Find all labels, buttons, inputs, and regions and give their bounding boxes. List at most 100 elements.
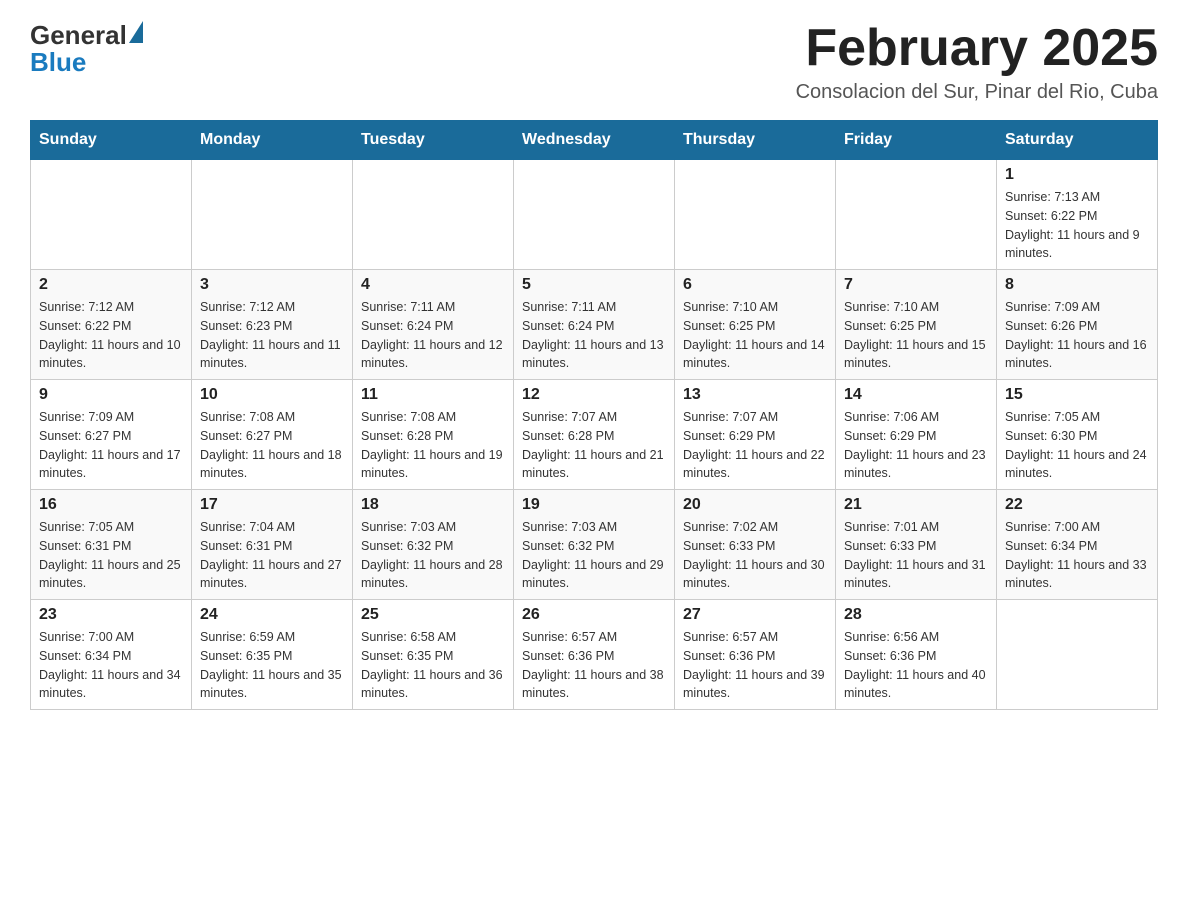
day-info: Sunrise: 7:07 AMSunset: 6:28 PMDaylight:… bbox=[522, 408, 666, 483]
day-number: 17 bbox=[200, 496, 344, 514]
calendar-cell: 9 Sunrise: 7:09 AMSunset: 6:27 PMDaylight… bbox=[31, 380, 192, 490]
day-info: Sunrise: 7:05 AMSunset: 6:30 PMDaylight:… bbox=[1005, 408, 1149, 483]
logo: General Blue bbox=[30, 20, 143, 78]
day-number: 3 bbox=[200, 276, 344, 294]
calendar-week-row: 2 Sunrise: 7:12 AMSunset: 6:22 PMDaylight… bbox=[31, 270, 1158, 380]
day-number: 1 bbox=[1005, 166, 1149, 184]
calendar-cell bbox=[353, 160, 514, 270]
calendar-cell: 25Sunrise: 6:58 AMSunset: 6:35 PMDayligh… bbox=[353, 600, 514, 710]
day-info: Sunrise: 7:06 AMSunset: 6:29 PMDaylight:… bbox=[844, 408, 988, 483]
day-info: Sunrise: 7:10 AMSunset: 6:25 PMDaylight:… bbox=[844, 298, 988, 373]
calendar-cell: 28Sunrise: 6:56 AMSunset: 6:36 PMDayligh… bbox=[836, 600, 997, 710]
day-info: Sunrise: 7:04 AMSunset: 6:31 PMDaylight:… bbox=[200, 518, 344, 593]
day-number: 19 bbox=[522, 496, 666, 514]
calendar-cell bbox=[836, 160, 997, 270]
calendar-table: SundayMondayTuesdayWednesdayThursdayFrid… bbox=[30, 120, 1158, 710]
weekday-header-thursday: Thursday bbox=[675, 121, 836, 160]
day-info: Sunrise: 7:08 AMSunset: 6:28 PMDaylight:… bbox=[361, 408, 505, 483]
calendar-cell: 19 Sunrise: 7:03 AMSunset: 6:32 PMDayligh… bbox=[514, 490, 675, 600]
day-info: Sunrise: 6:57 AMSunset: 6:36 PMDaylight:… bbox=[522, 628, 666, 703]
day-number: 18 bbox=[361, 496, 505, 514]
calendar-cell: 6 Sunrise: 7:10 AMSunset: 6:25 PMDaylight… bbox=[675, 270, 836, 380]
calendar-cell: 18 Sunrise: 7:03 AMSunset: 6:32 PMDayligh… bbox=[353, 490, 514, 600]
calendar-cell: 13 Sunrise: 7:07 AMSunset: 6:29 PMDayligh… bbox=[675, 380, 836, 490]
day-info: Sunrise: 7:00 AMSunset: 6:34 PMDaylight:… bbox=[39, 628, 183, 703]
day-info: Sunrise: 7:09 AMSunset: 6:26 PMDaylight:… bbox=[1005, 298, 1149, 373]
calendar-cell bbox=[192, 160, 353, 270]
calendar-cell: 12 Sunrise: 7:07 AMSunset: 6:28 PMDayligh… bbox=[514, 380, 675, 490]
day-number: 13 bbox=[683, 386, 827, 404]
calendar-week-row: 9 Sunrise: 7:09 AMSunset: 6:27 PMDaylight… bbox=[31, 380, 1158, 490]
day-info: Sunrise: 6:57 AMSunset: 6:36 PMDaylight:… bbox=[683, 628, 827, 703]
calendar-cell: 11Sunrise: 7:08 AMSunset: 6:28 PMDayligh… bbox=[353, 380, 514, 490]
calendar-week-row: 23 Sunrise: 7:00 AMSunset: 6:34 PMDayligh… bbox=[31, 600, 1158, 710]
calendar-cell: 27 Sunrise: 6:57 AMSunset: 6:36 PMDayligh… bbox=[675, 600, 836, 710]
day-number: 21 bbox=[844, 496, 988, 514]
day-info: Sunrise: 6:56 AMSunset: 6:36 PMDaylight:… bbox=[844, 628, 988, 703]
day-info: Sunrise: 7:13 AMSunset: 6:22 PMDaylight:… bbox=[1005, 188, 1149, 263]
day-number: 8 bbox=[1005, 276, 1149, 294]
weekday-header-friday: Friday bbox=[836, 121, 997, 160]
calendar-cell: 24Sunrise: 6:59 AMSunset: 6:35 PMDayligh… bbox=[192, 600, 353, 710]
day-number: 23 bbox=[39, 606, 183, 624]
weekday-header-monday: Monday bbox=[192, 121, 353, 160]
calendar-cell: 8 Sunrise: 7:09 AMSunset: 6:26 PMDaylight… bbox=[997, 270, 1158, 380]
day-info: Sunrise: 7:03 AMSunset: 6:32 PMDaylight:… bbox=[361, 518, 505, 593]
calendar-cell: 1 Sunrise: 7:13 AMSunset: 6:22 PMDaylight… bbox=[997, 160, 1158, 270]
calendar-cell: 23 Sunrise: 7:00 AMSunset: 6:34 PMDayligh… bbox=[31, 600, 192, 710]
calendar-header: SundayMondayTuesdayWednesdayThursdayFrid… bbox=[31, 121, 1158, 160]
calendar-cell: 3 Sunrise: 7:12 AMSunset: 6:23 PMDaylight… bbox=[192, 270, 353, 380]
calendar-cell bbox=[31, 160, 192, 270]
day-number: 26 bbox=[522, 606, 666, 624]
day-info: Sunrise: 7:00 AMSunset: 6:34 PMDaylight:… bbox=[1005, 518, 1149, 593]
day-info: Sunrise: 7:03 AMSunset: 6:32 PMDaylight:… bbox=[522, 518, 666, 593]
day-number: 7 bbox=[844, 276, 988, 294]
calendar-cell: 7 Sunrise: 7:10 AMSunset: 6:25 PMDaylight… bbox=[836, 270, 997, 380]
day-info: Sunrise: 7:08 AMSunset: 6:27 PMDaylight:… bbox=[200, 408, 344, 483]
day-number: 14 bbox=[844, 386, 988, 404]
day-number: 27 bbox=[683, 606, 827, 624]
day-info: Sunrise: 7:12 AMSunset: 6:23 PMDaylight:… bbox=[200, 298, 344, 373]
day-number: 4 bbox=[361, 276, 505, 294]
day-number: 2 bbox=[39, 276, 183, 294]
day-info: Sunrise: 7:05 AMSunset: 6:31 PMDaylight:… bbox=[39, 518, 183, 593]
day-number: 24 bbox=[200, 606, 344, 624]
title-area: February 2025 Consolacion del Sur, Pinar… bbox=[796, 20, 1158, 104]
day-info: Sunrise: 7:01 AMSunset: 6:33 PMDaylight:… bbox=[844, 518, 988, 593]
day-info: Sunrise: 7:07 AMSunset: 6:29 PMDaylight:… bbox=[683, 408, 827, 483]
weekday-header-saturday: Saturday bbox=[997, 121, 1158, 160]
day-number: 12 bbox=[522, 386, 666, 404]
day-number: 10 bbox=[200, 386, 344, 404]
day-info: Sunrise: 7:12 AMSunset: 6:22 PMDaylight:… bbox=[39, 298, 183, 373]
weekday-header-wednesday: Wednesday bbox=[514, 121, 675, 160]
calendar-cell bbox=[997, 600, 1158, 710]
calendar-cell: 10 Sunrise: 7:08 AMSunset: 6:27 PMDayligh… bbox=[192, 380, 353, 490]
calendar-cell: 21 Sunrise: 7:01 AMSunset: 6:33 PMDayligh… bbox=[836, 490, 997, 600]
calendar-cell: 2 Sunrise: 7:12 AMSunset: 6:22 PMDaylight… bbox=[31, 270, 192, 380]
day-info: Sunrise: 7:10 AMSunset: 6:25 PMDaylight:… bbox=[683, 298, 827, 373]
day-info: Sunrise: 7:09 AMSunset: 6:27 PMDaylight:… bbox=[39, 408, 183, 483]
day-number: 6 bbox=[683, 276, 827, 294]
logo-blue-text: Blue bbox=[30, 47, 86, 78]
calendar-week-row: 1 Sunrise: 7:13 AMSunset: 6:22 PMDaylight… bbox=[31, 160, 1158, 270]
calendar-cell: 26 Sunrise: 6:57 AMSunset: 6:36 PMDayligh… bbox=[514, 600, 675, 710]
day-info: Sunrise: 7:11 AMSunset: 6:24 PMDaylight:… bbox=[522, 298, 666, 373]
month-title: February 2025 bbox=[796, 20, 1158, 77]
calendar-week-row: 16Sunrise: 7:05 AMSunset: 6:31 PMDayligh… bbox=[31, 490, 1158, 600]
calendar-cell: 5Sunrise: 7:11 AMSunset: 6:24 PMDaylight… bbox=[514, 270, 675, 380]
day-info: Sunrise: 7:02 AMSunset: 6:33 PMDaylight:… bbox=[683, 518, 827, 593]
weekday-header-row: SundayMondayTuesdayWednesdayThursdayFrid… bbox=[31, 121, 1158, 160]
calendar-cell bbox=[675, 160, 836, 270]
weekday-header-sunday: Sunday bbox=[31, 121, 192, 160]
day-number: 25 bbox=[361, 606, 505, 624]
calendar-cell bbox=[514, 160, 675, 270]
logo-triangle-icon bbox=[129, 21, 143, 43]
day-number: 15 bbox=[1005, 386, 1149, 404]
day-info: Sunrise: 7:11 AMSunset: 6:24 PMDaylight:… bbox=[361, 298, 505, 373]
day-number: 9 bbox=[39, 386, 183, 404]
calendar-cell: 4 Sunrise: 7:11 AMSunset: 6:24 PMDaylight… bbox=[353, 270, 514, 380]
weekday-header-tuesday: Tuesday bbox=[353, 121, 514, 160]
header: General Blue February 2025 Consolacion d… bbox=[30, 20, 1158, 104]
calendar-body: 1 Sunrise: 7:13 AMSunset: 6:22 PMDaylight… bbox=[31, 160, 1158, 710]
calendar-cell: 22Sunrise: 7:00 AMSunset: 6:34 PMDayligh… bbox=[997, 490, 1158, 600]
